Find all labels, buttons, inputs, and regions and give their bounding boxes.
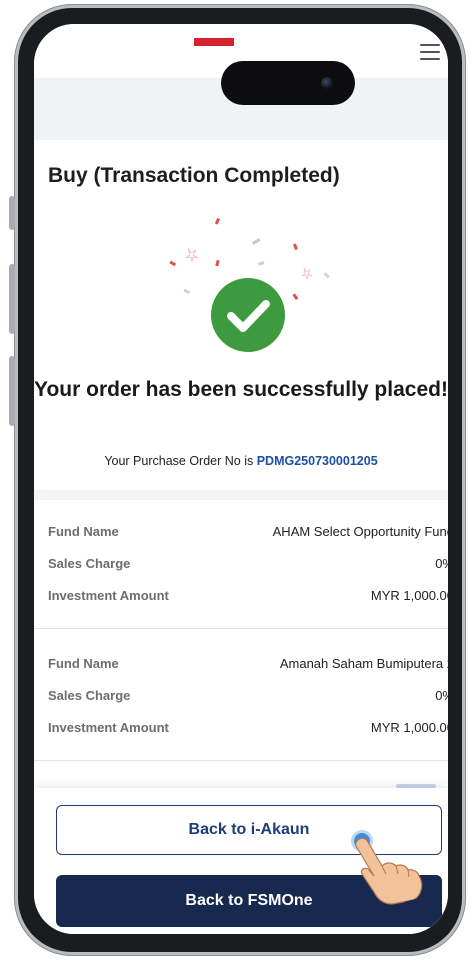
row-divider [34,628,448,629]
fund-name-value: AHAM Select Opportunity Fund [272,524,448,539]
section-divider [34,490,448,500]
investment-amount-row: Investment Amount MYR 1,000.00 [48,588,448,608]
tap-hand-icon [355,837,430,906]
investment-amount-label: Investment Amount [48,720,169,735]
camera-lens [321,77,333,89]
page-title: Buy (Transaction Completed) [48,164,340,187]
investment-amount-label: Investment Amount [48,588,169,603]
silent-switch [9,196,15,230]
fund-name-row: Fund Name Amanah Saham Bumiputera 2 [48,656,448,676]
fund-name-label: Fund Name [48,656,119,671]
sales-charge-row: Sales Charge 0% [48,688,448,708]
order-prefix: Your Purchase Order No is [104,454,257,468]
volume-down-button [9,356,15,426]
row-divider [34,760,448,761]
order-number: PDMG250730001205 [256,454,378,468]
volume-up-button [9,264,15,334]
sales-charge-label: Sales Charge [48,556,131,571]
investment-amount-value: MYR 1,000.00 [370,720,448,735]
investment-amount-row: Investment Amount MYR 1,000.00 [48,720,448,740]
fund-name-label: Fund Name [48,524,119,539]
app-screen: Buy (Transaction Completed) Your order h… [34,24,448,934]
investment-amount-value: MYR 1,000.00 [370,588,448,603]
check-circle-icon [211,278,285,352]
purchase-order-line: Your Purchase Order No is PDMG2507300012… [34,454,448,468]
sales-charge-label: Sales Charge [48,688,131,703]
success-message: Your order has been successfully placed! [34,378,448,401]
sales-charge-value: 0% [435,556,448,571]
sales-charge-row: Sales Charge 0% [48,556,448,576]
brand-logo [194,38,234,46]
sales-charge-value: 0% [435,688,448,703]
hamburger-menu-icon[interactable] [420,44,440,60]
dynamic-island [221,61,355,105]
fund-name-value: Amanah Saham Bumiputera 2 [279,656,448,671]
fund-name-row: Fund Name AHAM Select Opportunity Fund [48,524,448,544]
